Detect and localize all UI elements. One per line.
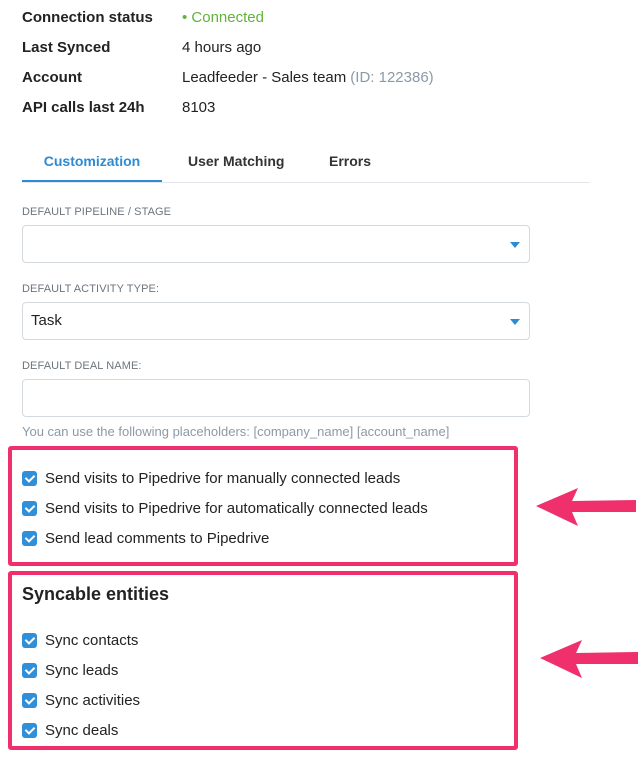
sync-leads-label: Sync leads — [45, 661, 119, 679]
send-option-comments[interactable]: Send lead comments to Pipedrive — [22, 527, 269, 549]
account-label: Account — [22, 68, 82, 86]
account-value: Leadfeeder - Sales team — [182, 68, 347, 86]
checkbox-checked-icon[interactable] — [22, 662, 37, 678]
api-calls-row: API calls last 24h 8103 — [22, 96, 215, 118]
activity-select[interactable]: Task — [22, 302, 530, 340]
activity-label: DEFAULT ACTIVITY TYPE: — [22, 283, 160, 295]
send-option-manual-label: Send visits to Pipedrive for manually co… — [45, 469, 401, 487]
sync-activities-label: Sync activities — [45, 691, 141, 709]
checkbox-checked-icon[interactable] — [22, 722, 37, 738]
account-id: (ID: 122386) — [350, 68, 434, 86]
checkbox-checked-icon[interactable] — [22, 632, 37, 648]
last-synced-row: Last Synced 4 hours ago — [22, 36, 261, 58]
checkbox-checked-icon[interactable] — [22, 692, 37, 708]
sync-contacts-label: Sync contacts — [45, 631, 139, 649]
send-option-automatic-label: Send visits to Pipedrive for automatical… — [45, 499, 428, 517]
checkbox-checked-icon[interactable] — [22, 500, 37, 516]
left-arrow-icon — [540, 640, 638, 678]
tab-errors[interactable]: Errors — [329, 142, 371, 180]
pipeline-label: DEFAULT PIPELINE / STAGE — [22, 206, 172, 218]
api-calls-value: 8103 — [182, 98, 216, 116]
api-calls-label: API calls last 24h — [22, 98, 145, 116]
checkbox-checked-icon[interactable] — [22, 530, 37, 546]
connection-status-value: • Connected — [182, 8, 264, 26]
placeholder-hint: You can use the following placeholders: … — [22, 424, 450, 439]
left-arrow-icon — [536, 488, 636, 526]
sync-deals-label: Sync deals — [45, 721, 119, 739]
tab-user-matching[interactable]: User Matching — [188, 142, 284, 180]
activity-value: Task — [31, 312, 62, 329]
sync-leads[interactable]: Sync leads — [22, 659, 118, 681]
last-synced-value: 4 hours ago — [182, 38, 262, 56]
send-option-manual[interactable]: Send visits to Pipedrive for manually co… — [22, 467, 400, 489]
send-option-automatic[interactable]: Send visits to Pipedrive for automatical… — [22, 497, 428, 519]
sync-activities[interactable]: Sync activities — [22, 689, 140, 711]
account-row: Account Leadfeeder - Sales team (ID: 122… — [22, 66, 434, 88]
send-option-comments-label: Send lead comments to Pipedrive — [45, 529, 270, 547]
connection-status-label: Connection status — [22, 8, 153, 26]
sync-contacts[interactable]: Sync contacts — [22, 629, 138, 651]
sync-deals[interactable]: Sync deals — [22, 719, 118, 741]
tabs-bar: Customization User Matching Errors — [22, 142, 590, 183]
deal-name-label: DEFAULT DEAL NAME: — [22, 360, 142, 372]
last-synced-label: Last Synced — [22, 38, 111, 56]
syncable-entities-title: Syncable entities — [22, 584, 170, 604]
tab-customization[interactable]: Customization — [22, 142, 162, 182]
caret-down-icon — [510, 319, 520, 325]
caret-down-icon — [510, 242, 520, 248]
connection-status-row: Connection status • Connected — [22, 6, 264, 28]
checkbox-checked-icon[interactable] — [22, 470, 37, 486]
pipeline-select[interactable] — [22, 225, 530, 263]
deal-name-input[interactable] — [22, 379, 530, 417]
